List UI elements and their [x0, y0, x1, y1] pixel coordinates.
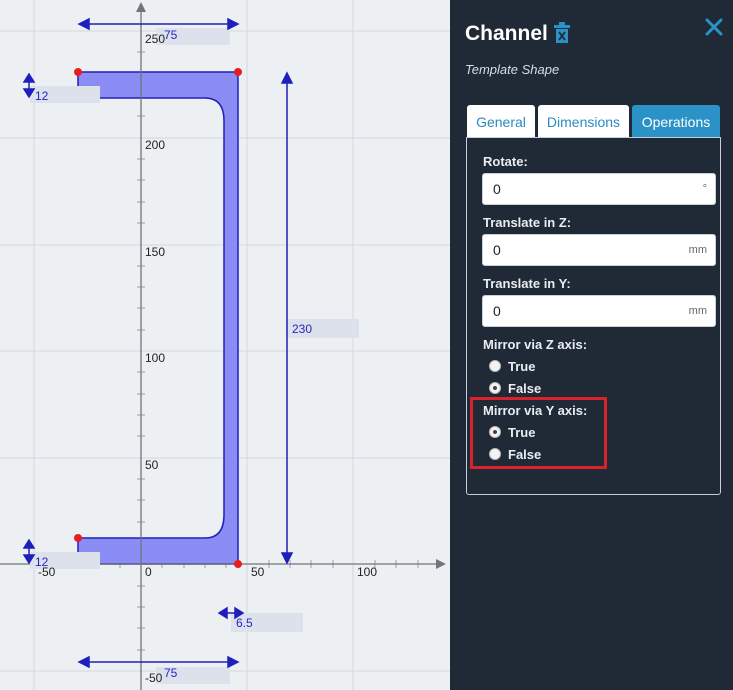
dimension-label-bottom-width[interactable]: 75: [164, 666, 178, 680]
dimension-label-bottom-flange[interactable]: 12: [35, 555, 49, 569]
radio-dot-selected: [489, 382, 501, 394]
y-tick-label: 200: [145, 138, 165, 152]
rotate-input[interactable]: 0 °: [482, 173, 716, 205]
panel-subtitle: Template Shape: [465, 62, 560, 77]
translate-y-value: 0: [493, 303, 501, 319]
translate-z-value: 0: [493, 242, 501, 258]
y-tick-label: 50: [145, 458, 159, 472]
properties-panel: Channel Template Shape General Dimension…: [450, 0, 733, 690]
x-tick-label: 50: [251, 565, 265, 579]
translate-y-unit: mm: [688, 305, 707, 317]
y-tick-label: 250: [145, 32, 165, 46]
rotate-label: Rotate:: [483, 154, 528, 169]
mirror-y-highlight-box: [470, 397, 607, 469]
translate-y-label: Translate in Y:: [483, 276, 571, 291]
dimension-label-backgrounds: [30, 28, 359, 684]
shape-canvas[interactable]: 250 200 150 100 50 -50 -50 0 50 100 75 1…: [0, 0, 450, 690]
translate-z-label: Translate in Z:: [483, 215, 572, 230]
x-axis-arrow: [436, 559, 446, 569]
translate-z-unit: mm: [688, 244, 707, 256]
mirror-z-label: Mirror via Z axis:: [483, 337, 588, 352]
tab-operations[interactable]: Operations: [632, 105, 720, 137]
trash-icon[interactable]: [553, 22, 571, 44]
y-tick-label: 100: [145, 351, 165, 365]
dimension-label-top-flange[interactable]: 12: [35, 89, 49, 103]
panel-title: Channel: [465, 22, 548, 45]
rotate-unit: °: [702, 183, 707, 195]
dimension-label-top-width[interactable]: 75: [164, 28, 178, 42]
vertex-bottom-right[interactable]: [234, 560, 242, 568]
y-axis-arrow: [136, 2, 146, 12]
x-tick-label: 0: [145, 565, 152, 579]
dimension-label-web[interactable]: 6.5: [236, 616, 253, 630]
dimension-label-height[interactable]: 230: [292, 322, 312, 336]
tab-dimensions[interactable]: Dimensions: [538, 105, 629, 137]
translate-z-input[interactable]: 0 mm: [482, 234, 716, 266]
translate-y-input[interactable]: 0 mm: [482, 295, 716, 327]
rotate-value: 0: [493, 181, 501, 197]
y-tick-label: -50: [145, 671, 163, 685]
radio-dot: [489, 360, 501, 372]
canvas-svg: 250 200 150 100 50 -50 -50 0 50 100 75 1…: [0, 0, 450, 690]
x-tick-label: 100: [357, 565, 377, 579]
vertex-top-left[interactable]: [74, 68, 82, 76]
tab-general[interactable]: General: [467, 105, 535, 137]
y-tick-label: 150: [145, 245, 165, 259]
vertex-top-right[interactable]: [234, 68, 242, 76]
radio-label: True: [508, 359, 536, 374]
close-icon[interactable]: [704, 17, 724, 37]
radio-label: False: [508, 381, 542, 396]
vertex-bottom-flange[interactable]: [74, 534, 82, 542]
